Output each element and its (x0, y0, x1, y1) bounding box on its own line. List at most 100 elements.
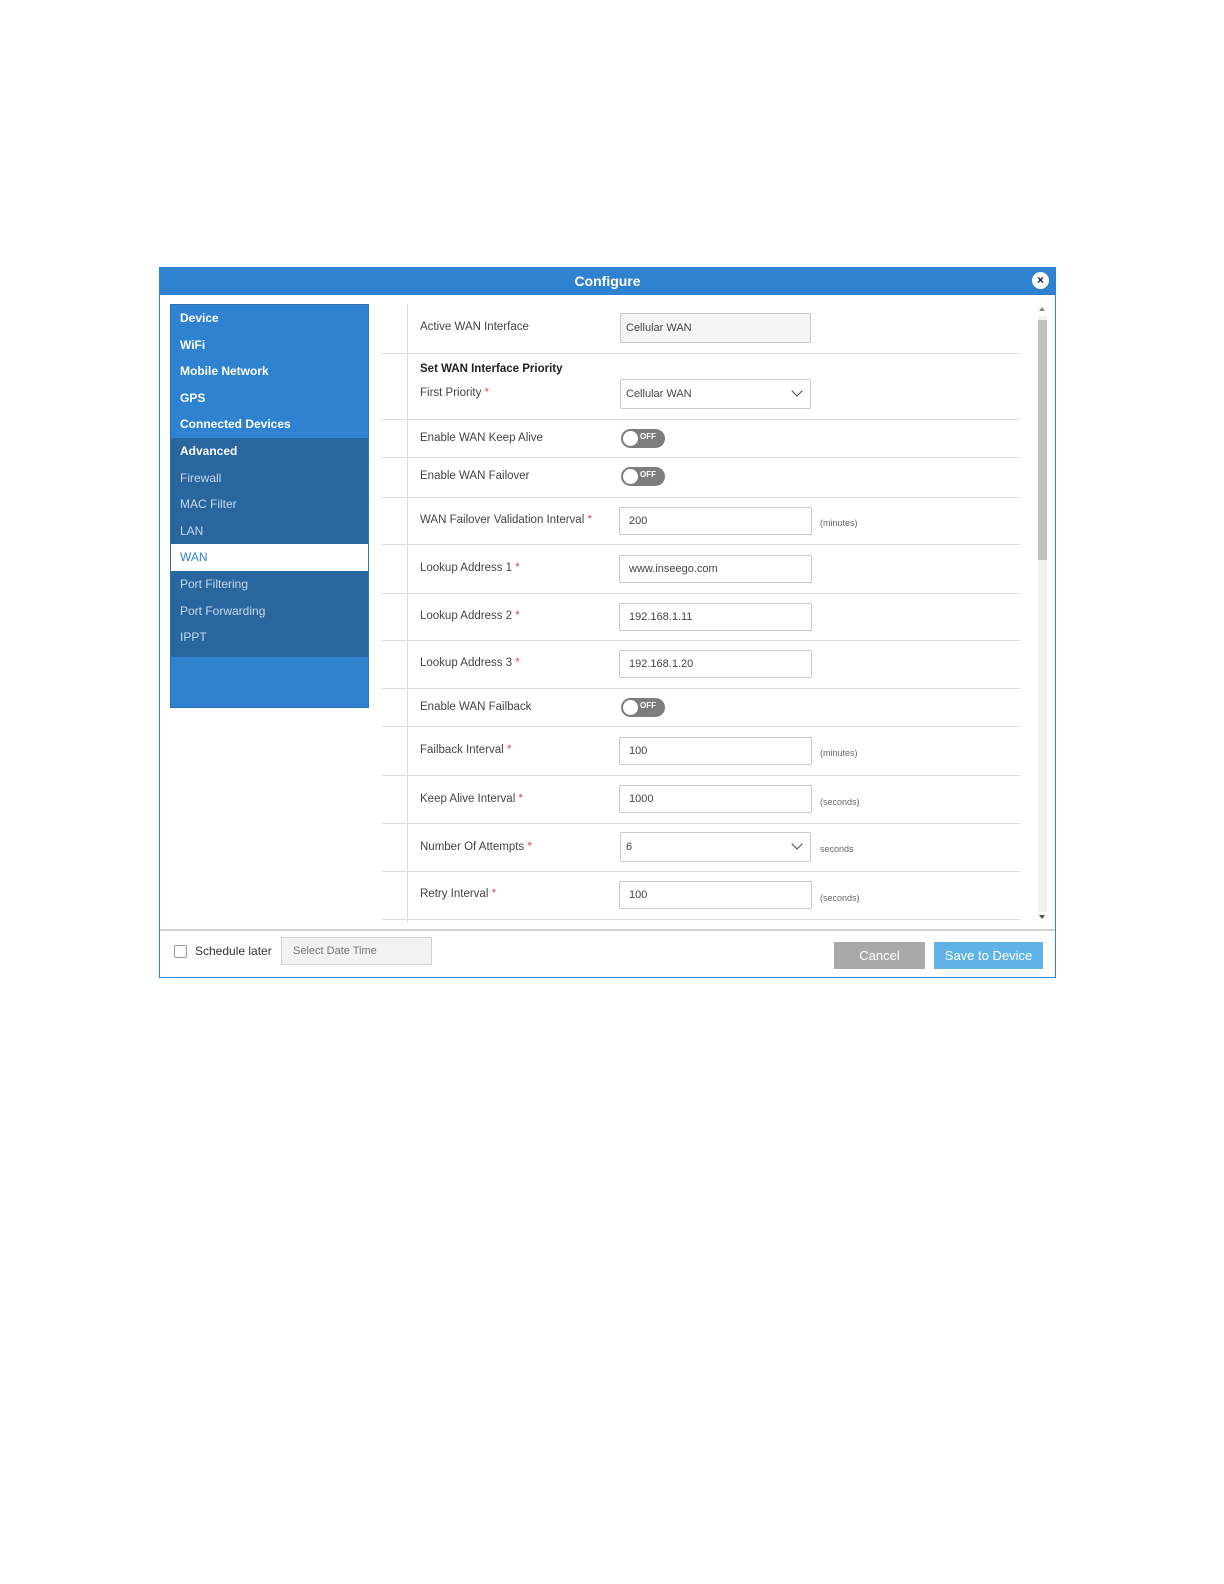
scroll-down-icon[interactable] (1039, 915, 1045, 919)
required-mark: * (527, 841, 532, 853)
first-priority-select[interactable]: Cellular WAN (620, 379, 811, 409)
failover-toggle[interactable]: OFF (621, 467, 665, 486)
schedule-later-checkbox[interactable] (174, 945, 187, 958)
row-retry-interval: Retry Interval * 100 (seconds) (382, 871, 1020, 920)
keep-alive-interval-unit: (seconds) (820, 797, 860, 807)
wan-settings-form: Active WAN Interface Cellular WAN Set WA… (382, 304, 1022, 923)
required-mark: * (515, 610, 520, 622)
row-failback: Enable WAN Failback OFF (382, 688, 1020, 727)
dialog-title: Configure (574, 273, 641, 289)
row-keep-alive: Enable WAN Keep Alive OFF (382, 419, 1020, 458)
chevron-down-icon (791, 385, 803, 397)
row-keep-alive-interval: Keep Alive Interval * 1000 (seconds) (382, 775, 1020, 824)
toggle-knob (623, 700, 638, 715)
retry-interval-unit: (seconds) (820, 893, 860, 903)
retry-interval-label-text: Retry Interval (420, 888, 489, 900)
dialog-footer: Schedule later Select Date Time Cancel S… (160, 929, 1055, 979)
row-failover-interval: WAN Failover Validation Interval * 200 (… (382, 497, 1020, 545)
failback-interval-input[interactable]: 100 (619, 737, 812, 765)
row-active-wan: Active WAN Interface Cellular WAN (382, 304, 1020, 354)
toggle-knob (623, 469, 638, 484)
required-mark: * (515, 657, 520, 669)
required-mark: * (506, 744, 512, 756)
chevron-down-icon (791, 838, 803, 850)
date-time-field[interactable]: Select Date Time (281, 937, 432, 965)
required-mark: * (587, 514, 592, 526)
first-priority-label: First Priority * (420, 387, 489, 399)
sidebar-item-lan[interactable]: LAN (171, 517, 368, 545)
scroll-thumb[interactable] (1038, 320, 1047, 560)
attempts-value: 6 (626, 841, 633, 853)
keep-alive-label: Enable WAN Keep Alive (420, 432, 543, 444)
active-wan-field: Cellular WAN (620, 313, 811, 343)
failback-toggle[interactable]: OFF (621, 698, 665, 717)
keep-alive-toggle[interactable]: OFF (621, 429, 665, 448)
required-mark: * (515, 562, 520, 574)
close-icon[interactable]: × (1032, 272, 1049, 289)
failover-interval-label: WAN Failover Validation Interval * (420, 514, 592, 526)
toggle-state: OFF (640, 701, 656, 710)
form-scrollbar[interactable] (1036, 304, 1049, 924)
attempts-select[interactable]: 6 (620, 832, 811, 862)
sidebar-item-firewall[interactable]: Firewall (171, 464, 368, 492)
first-priority-label-text: First Priority (420, 387, 482, 399)
failover-interval-unit: (minutes) (820, 518, 858, 528)
lookup-2-input[interactable]: 192.168.1.11 (619, 603, 812, 631)
sidebar-item-port-filtering[interactable]: Port Filtering (171, 570, 368, 598)
keep-alive-interval-label-text: Keep Alive Interval (420, 793, 516, 805)
scroll-up-icon[interactable] (1039, 307, 1045, 311)
save-to-device-button[interactable]: Save to Device (934, 942, 1043, 969)
row-failback-interval: Failback Interval * 100 (minutes) (382, 726, 1020, 776)
keep-alive-interval-input[interactable]: 1000 (619, 785, 812, 813)
sidebar-item-gps[interactable]: GPS (171, 385, 368, 412)
priority-section-title: Set WAN Interface Priority (420, 363, 563, 375)
required-mark: * (484, 387, 490, 399)
sidebar-item-wifi[interactable]: WiFi (171, 332, 368, 359)
sidebar-item-ippt[interactable]: IPPT (171, 624, 368, 651)
lookup-2-label: Lookup Address 2 * (420, 610, 520, 622)
attempts-label-text: Number Of Attempts (420, 841, 525, 853)
row-lookup-2: Lookup Address 2 * 192.168.1.11 (382, 593, 1020, 641)
sidebar-item-port-forwarding[interactable]: Port Forwarding (171, 597, 368, 625)
sidebar-submenu-end (171, 650, 368, 657)
cancel-button[interactable]: Cancel (834, 942, 925, 969)
toggle-knob (623, 431, 638, 446)
failover-label: Enable WAN Failover (420, 470, 530, 482)
lookup-3-label: Lookup Address 3 * (420, 657, 520, 669)
sidebar-item-mobile-network[interactable]: Mobile Network (171, 358, 368, 385)
active-wan-label: Active WAN Interface (420, 321, 529, 333)
lookup-2-label-text: Lookup Address 2 (420, 610, 513, 622)
row-failover: Enable WAN Failover OFF (382, 457, 1020, 498)
row-lookup-1: Lookup Address 1 * www.inseego.com (382, 544, 1020, 594)
failback-interval-unit: (minutes) (820, 748, 858, 758)
sidebar-item-connected-devices[interactable]: Connected Devices (171, 411, 368, 438)
lookup-3-label-text: Lookup Address 3 (420, 657, 513, 669)
attempts-unit: seconds (820, 844, 854, 854)
dialog-titlebar: Configure × (160, 268, 1055, 295)
toggle-state: OFF (640, 470, 656, 479)
failback-interval-label: Failback Interval * (420, 744, 511, 756)
lookup-1-input[interactable]: www.inseego.com (619, 555, 812, 583)
sidebar-item-mac-filter[interactable]: MAC Filter (171, 491, 368, 518)
failback-interval-label-text: Failback Interval (420, 744, 504, 756)
required-mark: * (518, 793, 523, 805)
required-mark: * (491, 888, 497, 900)
attempts-label: Number Of Attempts * (420, 841, 532, 853)
sidebar-item-advanced[interactable]: Advanced (171, 437, 368, 465)
failback-label: Enable WAN Failback (420, 701, 532, 713)
schedule-later-label: Schedule later (195, 944, 272, 958)
retry-interval-input[interactable]: 100 (619, 881, 812, 909)
sidebar-nav: Device WiFi Mobile Network GPS Connected… (170, 304, 369, 708)
lookup-1-label: Lookup Address 1 * (420, 562, 520, 574)
retry-interval-label: Retry Interval * (420, 888, 496, 900)
sidebar-item-wan[interactable]: WAN (171, 544, 368, 571)
configure-dialog: Configure × Device WiFi Mobile Network G… (159, 267, 1056, 978)
keep-alive-interval-label: Keep Alive Interval * (420, 793, 523, 805)
failover-interval-input[interactable]: 200 (619, 507, 812, 535)
failover-interval-label-text: WAN Failover Validation Interval (420, 514, 585, 526)
lookup-3-input[interactable]: 192.168.1.20 (619, 650, 812, 678)
row-first-priority: Set WAN Interface Priority First Priorit… (382, 353, 1020, 420)
lookup-1-label-text: Lookup Address 1 (420, 562, 513, 574)
first-priority-value: Cellular WAN (626, 388, 692, 400)
sidebar-item-device[interactable]: Device (171, 305, 368, 332)
